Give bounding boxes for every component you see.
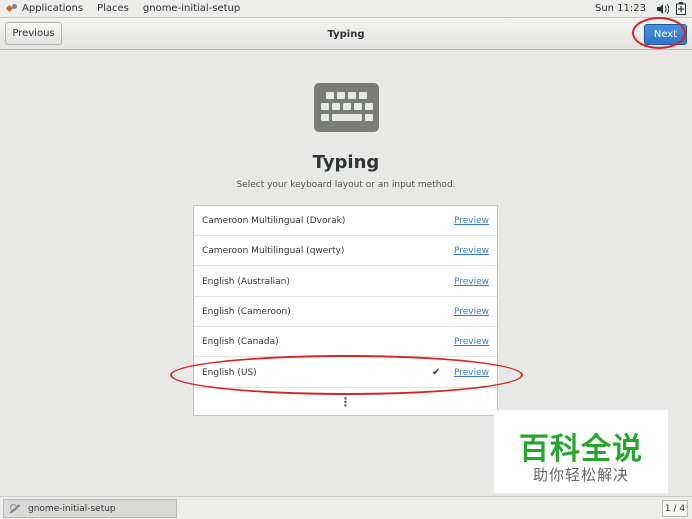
setup-app-icon bbox=[8, 502, 22, 515]
more-options-icon[interactable]: ⋮ bbox=[194, 392, 497, 412]
previous-button[interactable]: Previous bbox=[5, 22, 62, 45]
layout-row[interactable]: English (Cameroon) Preview bbox=[194, 297, 497, 327]
places-menu[interactable]: Places bbox=[90, 0, 136, 18]
keyboard-icon bbox=[314, 83, 379, 132]
layout-name: Cameroon Multilingual (qwerty) bbox=[202, 245, 345, 256]
layout-row[interactable]: Cameroon Multilingual (qwerty) Preview bbox=[194, 236, 497, 266]
workspace-indicator[interactable]: 1 / 4 bbox=[662, 500, 688, 517]
taskbar-window-label: gnome-initial-setup bbox=[28, 503, 116, 514]
layout-name: English (Australian) bbox=[202, 276, 290, 287]
layout-name: English (Cameroon) bbox=[202, 306, 291, 317]
taskbar-window-button[interactable]: gnome-initial-setup bbox=[3, 499, 177, 518]
applications-menu[interactable]: Applications bbox=[0, 0, 90, 18]
battery-icon[interactable] bbox=[674, 0, 688, 18]
layout-row[interactable]: English (Australian) Preview bbox=[194, 267, 497, 297]
app-menu[interactable]: gnome-initial-setup bbox=[136, 0, 247, 18]
annotation-circle-english-us bbox=[170, 355, 523, 395]
layout-row[interactable]: English (Canada) Preview bbox=[194, 327, 497, 357]
top-bar: Applications Places gnome-initial-setup … bbox=[0, 0, 692, 18]
volume-icon[interactable] bbox=[656, 0, 670, 18]
preview-link[interactable]: Preview bbox=[454, 246, 489, 256]
preview-link[interactable]: Preview bbox=[454, 216, 489, 226]
annotation-circle-next bbox=[632, 17, 686, 49]
preview-link[interactable]: Preview bbox=[454, 307, 489, 317]
header-bar: Typing Previous Next bbox=[0, 18, 692, 50]
page-title: Typing bbox=[312, 152, 380, 173]
layout-name: English (Canada) bbox=[202, 336, 279, 347]
gnome-foot-icon bbox=[7, 3, 18, 14]
watermark-title: 百科全说 bbox=[519, 432, 643, 467]
page-subtitle: Select your keyboard layout or an input … bbox=[236, 180, 456, 190]
watermark-subtitle: 助你轻松解决 bbox=[532, 466, 629, 484]
applications-label: Applications bbox=[22, 3, 84, 14]
places-label: Places bbox=[97, 3, 129, 14]
app-menu-label: gnome-initial-setup bbox=[142, 3, 241, 14]
preview-link[interactable]: Preview bbox=[454, 337, 489, 347]
preview-link[interactable]: Preview bbox=[454, 277, 489, 287]
header-title: Typing bbox=[327, 28, 365, 40]
layout-name: Cameroon Multilingual (Dvorak) bbox=[202, 215, 346, 226]
clock[interactable]: Sun 11:23 bbox=[585, 3, 656, 14]
layout-row[interactable]: Cameroon Multilingual (Dvorak) Preview bbox=[194, 206, 497, 236]
bottom-taskbar: gnome-initial-setup 1 / 4 bbox=[0, 496, 692, 519]
watermark: 百科全说 助你轻松解决 bbox=[494, 410, 668, 493]
